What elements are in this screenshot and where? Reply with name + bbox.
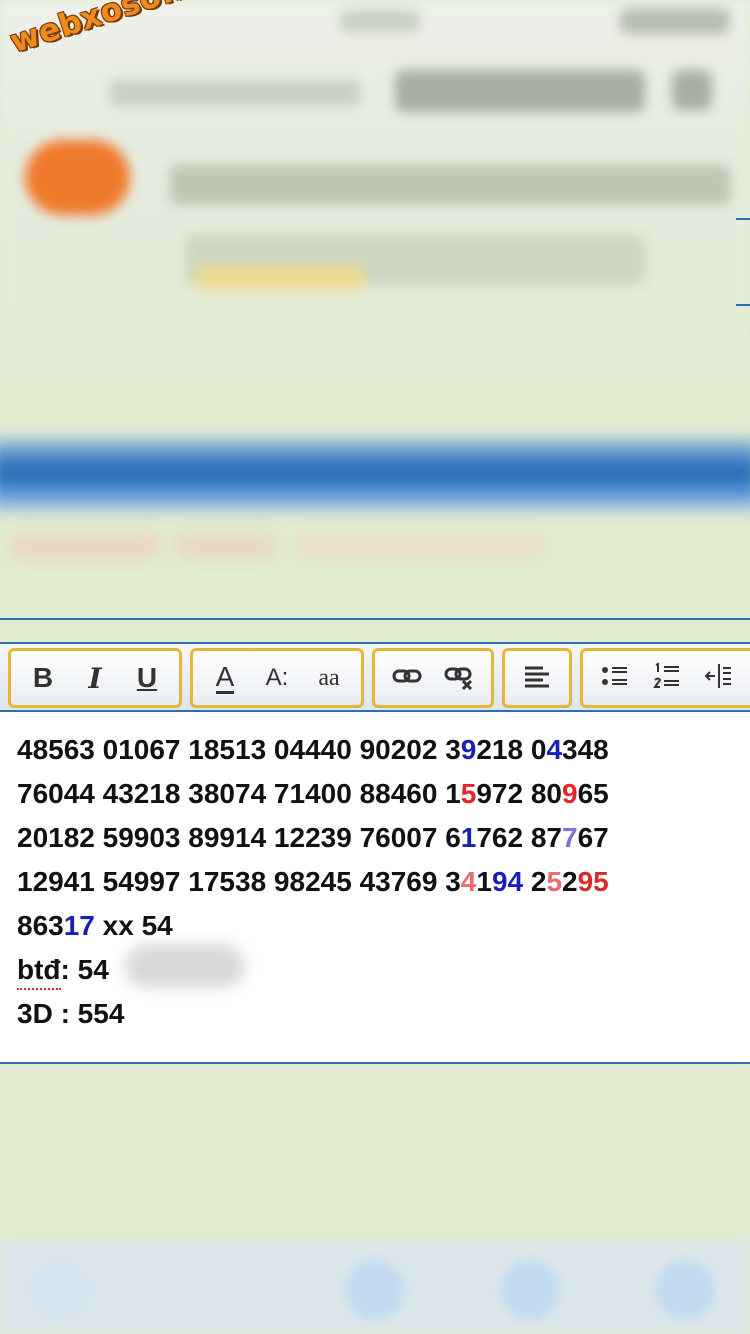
status-bar-battery (620, 8, 730, 34)
editor-line: 48563 01067 18513 04440 90202 39218 0434… (17, 734, 609, 765)
editor-line: 86317 xx 54 (17, 910, 173, 941)
font-case-button[interactable]: aa (305, 655, 353, 701)
divider (736, 304, 750, 306)
font-color-button[interactable]: A (201, 655, 249, 701)
blurred-reply-label (10, 525, 550, 565)
link-icon (391, 660, 423, 697)
redacted-text (125, 944, 245, 988)
blurred-header-region (0, 0, 750, 370)
bullet-list-button[interactable] (591, 655, 639, 701)
alignment-group (502, 648, 572, 708)
remove-link-button[interactable] (435, 655, 483, 701)
bottom-tab-bar (0, 1240, 750, 1334)
blurred-nav-button (395, 70, 645, 112)
list-group (580, 648, 750, 708)
font-group: A A: aa (190, 648, 364, 708)
editor-line: 20182 59903 89914 12239 76007 61762 8776… (17, 822, 609, 853)
italic-button[interactable]: I (71, 655, 119, 701)
link-group (372, 648, 494, 708)
bold-button[interactable]: B (19, 655, 67, 701)
editor-toolbar: B I U A A: aa (0, 642, 750, 712)
outdent-button[interactable] (695, 655, 743, 701)
unlink-icon (443, 660, 475, 697)
bullet-list-icon (599, 660, 631, 697)
blurred-post-title (170, 165, 730, 205)
blurred-post-tag (195, 265, 365, 290)
align-left-button[interactable] (513, 655, 561, 701)
status-bar-time (340, 10, 420, 32)
blurred-section-bar (0, 440, 750, 510)
divider (0, 618, 750, 620)
text-style-group: B I U (8, 648, 182, 708)
divider (736, 218, 750, 220)
insert-link-button[interactable] (383, 655, 431, 701)
spellcheck-word: btđ (17, 948, 61, 992)
editor-line: 3D : 554 (17, 998, 125, 1029)
editor-line: 76044 43218 38074 71400 88460 15972 8096… (17, 778, 609, 809)
font-size-button[interactable]: A: (253, 655, 301, 701)
align-left-icon (521, 660, 553, 697)
underline-button[interactable]: U (123, 655, 171, 701)
avatar (25, 140, 130, 215)
numbered-list-button[interactable] (643, 655, 691, 701)
numbered-list-icon (651, 660, 683, 697)
post-editor[interactable]: 48563 01067 18513 04440 90202 39218 0434… (0, 712, 750, 1064)
blurred-nav-text (110, 80, 360, 106)
outdent-icon (703, 660, 735, 697)
blurred-menu-icon (672, 70, 712, 110)
editor-line: 12941 54997 17538 98245 43769 34194 2529… (17, 866, 609, 897)
